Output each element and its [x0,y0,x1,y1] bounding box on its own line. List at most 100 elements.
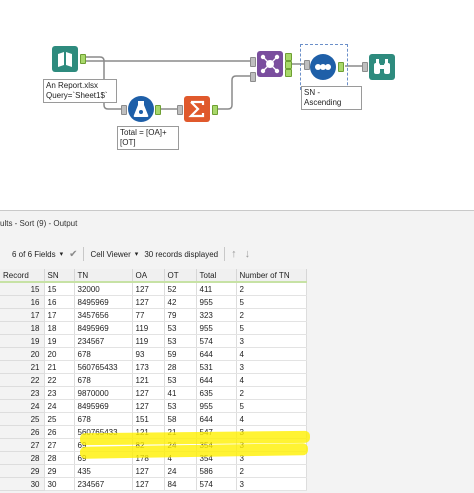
table-cell[interactable]: 69 [74,438,133,452]
table-cell[interactable]: 52 [164,282,197,296]
sort-tool[interactable] [310,54,336,80]
formula-input-anchor[interactable] [121,105,127,115]
table-row[interactable]: 25 25 678 151 58 644 4 [0,412,307,426]
column-header[interactable]: SN [44,269,75,283]
column-header[interactable]: Record [0,269,45,283]
table-cell[interactable]: 27 [44,438,75,452]
table-cell[interactable]: 8495969 [74,399,133,413]
table-cell[interactable]: 119 [132,321,165,335]
table-cell[interactable]: 84 [164,477,197,491]
table-cell[interactable]: 151 [132,412,165,426]
table-cell[interactable]: 678 [74,373,133,387]
table-cell[interactable]: 32000 [74,282,133,296]
table-cell[interactable]: 4 [236,347,307,361]
summarize-tool[interactable] [184,96,210,122]
column-header[interactable]: OT [164,269,197,283]
record-number-cell[interactable]: 26 [0,425,45,439]
record-number-cell[interactable]: 29 [0,464,45,478]
table-cell[interactable]: 560765433 [74,360,133,374]
table-cell[interactable]: 173 [132,360,165,374]
table-cell[interactable]: 69 [74,451,133,465]
table-cell[interactable]: 41 [164,386,197,400]
table-cell[interactable]: 15 [44,282,75,296]
record-number-cell[interactable]: 18 [0,321,45,335]
table-cell[interactable]: 77 [132,308,165,322]
table-cell[interactable]: 8495969 [74,321,133,335]
table-cell[interactable]: 3 [236,477,307,491]
arrow-up-icon[interactable]: ↑ [231,248,237,260]
table-cell[interactable]: 955 [196,399,237,413]
table-cell[interactable]: 58 [164,412,197,426]
fields-selector[interactable]: 6 of 6 Fields ▾ [12,250,63,259]
table-cell[interactable]: 4 [236,373,307,387]
table-cell[interactable]: 23 [44,386,75,400]
formula-output-anchor[interactable] [155,105,161,115]
table-cell[interactable]: 20 [44,347,75,361]
table-cell[interactable]: 547 [196,425,237,439]
record-number-cell[interactable]: 25 [0,412,45,426]
table-cell[interactable]: 560765433 [74,425,133,439]
table-cell[interactable]: 4 [164,451,197,465]
record-number-cell[interactable]: 15 [0,282,45,296]
table-cell[interactable]: 2 [236,386,307,400]
table-cell[interactable]: 28 [164,360,197,374]
browse-tool[interactable] [369,54,395,80]
formula-tool[interactable] [128,96,154,122]
table-cell[interactable]: 354 [196,438,237,452]
table-cell[interactable]: 53 [164,321,197,335]
record-number-cell[interactable]: 16 [0,295,45,309]
table-row[interactable]: 30 30 234567 127 84 574 3 [0,477,307,491]
table-cell[interactable]: 678 [74,412,133,426]
table-cell[interactable]: 644 [196,412,237,426]
record-number-cell[interactable]: 19 [0,334,45,348]
table-cell[interactable]: 8495969 [74,295,133,309]
table-cell[interactable]: 574 [196,334,237,348]
table-cell[interactable]: 3 [236,438,307,452]
table-row[interactable]: 26 26 560765433 121 21 547 3 [0,425,307,439]
table-cell[interactable]: 435 [74,464,133,478]
table-cell[interactable]: 18 [44,321,75,335]
table-cell[interactable]: 17 [44,308,75,322]
table-cell[interactable]: 121 [132,425,165,439]
table-cell[interactable]: 354 [196,451,237,465]
table-cell[interactable]: 24 [164,464,197,478]
record-number-cell[interactable]: 27 [0,438,45,452]
record-number-cell[interactable]: 23 [0,386,45,400]
table-row[interactable]: 24 24 8495969 127 53 955 5 [0,399,307,413]
table-row[interactable]: 17 17 3457656 77 79 323 2 [0,308,307,322]
table-cell[interactable]: 119 [132,334,165,348]
table-row[interactable]: 28 28 69 178 4 354 3 [0,451,307,465]
table-cell[interactable]: 93 [132,347,165,361]
record-number-cell[interactable]: 30 [0,477,45,491]
table-cell[interactable]: 29 [44,464,75,478]
join-r-anchor[interactable] [285,69,292,77]
table-cell[interactable]: 586 [196,464,237,478]
table-cell[interactable]: 955 [196,295,237,309]
table-cell[interactable]: 30 [44,477,75,491]
table-cell[interactable]: 234567 [74,477,133,491]
table-cell[interactable]: 3457656 [74,308,133,322]
record-number-cell[interactable]: 22 [0,373,45,387]
arrow-down-icon[interactable]: ↓ [245,248,251,260]
table-cell[interactable]: 127 [132,295,165,309]
table-cell[interactable]: 127 [132,386,165,400]
join-l-anchor[interactable] [285,53,292,61]
workflow-canvas[interactable]: An Report.xlsx Query=`Sheet1$` Total = [… [0,0,474,205]
table-cell[interactable]: 82 [132,438,165,452]
table-cell[interactable]: 644 [196,373,237,387]
table-row[interactable]: 16 16 8495969 127 42 955 5 [0,295,307,309]
record-number-cell[interactable]: 28 [0,451,45,465]
join-left-anchor[interactable] [250,57,256,67]
checkmark-icon[interactable]: ✔ [69,249,77,260]
table-cell[interactable]: 3 [236,425,307,439]
table-cell[interactable]: 5 [236,295,307,309]
table-cell[interactable]: 644 [196,347,237,361]
table-row[interactable]: 21 21 560765433 173 28 531 3 [0,360,307,374]
table-cell[interactable]: 5 [236,321,307,335]
table-cell[interactable]: 127 [132,282,165,296]
join-right-anchor[interactable] [250,72,256,82]
table-cell[interactable]: 19 [44,334,75,348]
table-cell[interactable]: 411 [196,282,237,296]
table-cell[interactable]: 3 [236,360,307,374]
input-data-tool[interactable] [52,46,78,72]
